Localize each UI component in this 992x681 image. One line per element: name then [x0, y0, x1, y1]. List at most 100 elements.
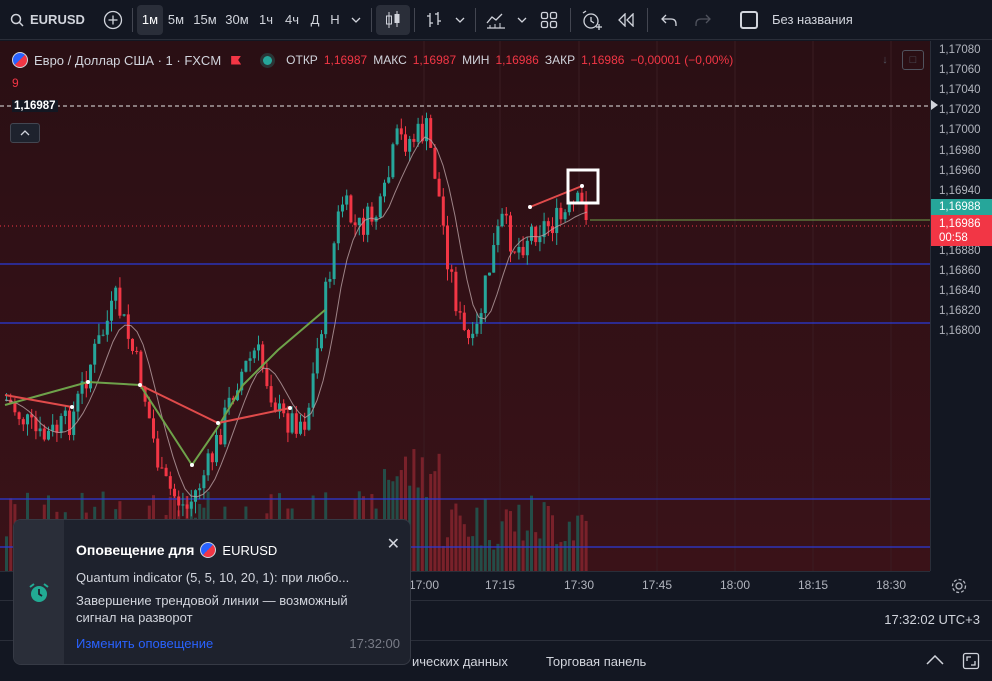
- candle-body: [51, 424, 55, 431]
- candle-body: [530, 226, 533, 241]
- current-price-label-green: 1,16988: [931, 199, 992, 216]
- candle-body: [349, 195, 353, 223]
- volume-bar: [416, 487, 420, 571]
- tab-historical-data[interactable]: ических данных: [412, 654, 508, 669]
- candle-body: [454, 271, 458, 312]
- candle-body: [408, 138, 412, 152]
- notification-message-2: Завершение трендовой линии — возможный: [76, 593, 348, 608]
- add-symbol-button[interactable]: [98, 5, 128, 35]
- candle-body: [492, 245, 496, 273]
- alert-notification[interactable]: Оповещение для EURUSD ✕ Quantum indicato…: [13, 519, 411, 665]
- timeframe-1h[interactable]: 1ч: [253, 5, 279, 35]
- gear-icon: [951, 578, 967, 594]
- close-icon[interactable]: ✕: [387, 534, 400, 554]
- edit-alert-link[interactable]: Изменить оповещение: [76, 636, 213, 651]
- candle-body: [538, 237, 542, 243]
- indicators-bars-button[interactable]: [419, 5, 449, 35]
- volume-bar: [467, 536, 470, 571]
- symbol-search-button[interactable]: EURUSD: [0, 5, 98, 35]
- candle-body: [559, 207, 563, 220]
- volume-bar: [5, 536, 8, 571]
- candle-body: [38, 428, 42, 432]
- timeframe-15m[interactable]: 15м: [189, 5, 221, 35]
- alert-button[interactable]: [575, 5, 609, 35]
- timeframe-dropdown[interactable]: [345, 5, 367, 35]
- candle-body: [265, 368, 269, 387]
- current-price-label-red: 1,16986 00:58: [931, 215, 992, 246]
- top-toolbar: EURUSD 1м 5м 15м 30м 1ч 4ч Д Н Без назва…: [0, 0, 992, 40]
- candle-body: [118, 287, 122, 316]
- volume-bar: [446, 537, 449, 571]
- timeframe-5m[interactable]: 5м: [163, 5, 189, 35]
- chart-pane[interactable]: [0, 41, 930, 571]
- time-tick-label: 18:15: [798, 578, 829, 592]
- candle-body: [328, 279, 332, 282]
- trend-point: [86, 380, 90, 384]
- toolbar-divider: [570, 7, 571, 32]
- volume-bar: [525, 530, 529, 571]
- candle-body: [378, 196, 382, 218]
- candle-body: [59, 416, 63, 433]
- chart-settings-button[interactable]: [950, 577, 970, 595]
- maximize-icon[interactable]: □: [902, 50, 924, 70]
- legend-title[interactable]: Евро / Доллар США · 1 · FXCM: [34, 53, 221, 68]
- maximize-panel-button[interactable]: [962, 652, 980, 670]
- candle-body: [475, 323, 479, 334]
- timeframe-week[interactable]: Н: [325, 5, 345, 35]
- tab-trading-panel[interactable]: Торговая панель: [546, 654, 646, 669]
- candle-body: [404, 134, 407, 152]
- layout-name-checkbox-icon[interactable]: [740, 10, 758, 29]
- trend-point: [528, 205, 532, 209]
- chart-type-dropdown[interactable]: [449, 5, 471, 35]
- price-chart[interactable]: [0, 41, 930, 571]
- layout-button[interactable]: [532, 5, 566, 35]
- current-price-value: 1,16986: [939, 218, 981, 230]
- volume-bar: [458, 515, 462, 571]
- notification-message-3: сигнал на разворот: [76, 610, 193, 625]
- candle-body: [509, 215, 512, 252]
- price-scale[interactable]: 1,16800 1,16820 1,16840 1,16860 1,16880 1,169…: [930, 41, 992, 571]
- candle-body: [546, 221, 550, 227]
- download-icon[interactable]: ↓: [874, 50, 896, 70]
- rewind-icon: [618, 12, 634, 27]
- volume-bar: [412, 449, 416, 571]
- candle-body: [395, 128, 399, 145]
- indicator-value: 9: [12, 76, 19, 90]
- candle-body: [412, 138, 416, 142]
- candle-body: [89, 364, 92, 389]
- clock[interactable]: 17:32:02 UTC+3: [884, 612, 980, 627]
- volume-bar: [584, 520, 588, 571]
- redo-button[interactable]: [686, 5, 720, 35]
- trend-point: [70, 405, 74, 409]
- replay-button[interactable]: [609, 5, 643, 35]
- candle-body: [311, 373, 315, 408]
- timeframe-30m[interactable]: 30м: [221, 5, 253, 35]
- timeframe-1m[interactable]: 1м: [137, 4, 163, 35]
- expand-panel-button[interactable]: [926, 653, 946, 669]
- volume-bar: [450, 509, 454, 571]
- notification-time: 17:32:00: [349, 636, 400, 651]
- candle-body: [147, 401, 151, 419]
- indicators-button[interactable]: [480, 5, 512, 35]
- candle-body: [513, 251, 517, 253]
- undo-button[interactable]: [652, 5, 686, 35]
- notification-symbol: EURUSD: [222, 542, 278, 558]
- candle-body: [26, 414, 29, 425]
- price-tick-label: 1,16860: [939, 265, 981, 278]
- timeframe-4h[interactable]: 4ч: [279, 5, 305, 35]
- timeframe-day[interactable]: Д: [305, 5, 325, 35]
- candle-body: [324, 281, 328, 335]
- candle-body: [206, 453, 210, 476]
- chevron-up-icon: [926, 654, 944, 665]
- volume-bar: [513, 531, 517, 571]
- indicators-dropdown[interactable]: [512, 5, 532, 35]
- bars-icon: [427, 11, 441, 27]
- candle-body: [47, 430, 50, 440]
- candles-chart-type-button[interactable]: [376, 4, 410, 35]
- volume-bar: [425, 496, 428, 571]
- volume-bar: [420, 457, 424, 571]
- collapse-legend-button[interactable]: [10, 123, 40, 143]
- volume-bar: [509, 511, 512, 571]
- layout-name[interactable]: Без названия: [772, 12, 853, 27]
- alarm-clock-icon: [29, 583, 49, 602]
